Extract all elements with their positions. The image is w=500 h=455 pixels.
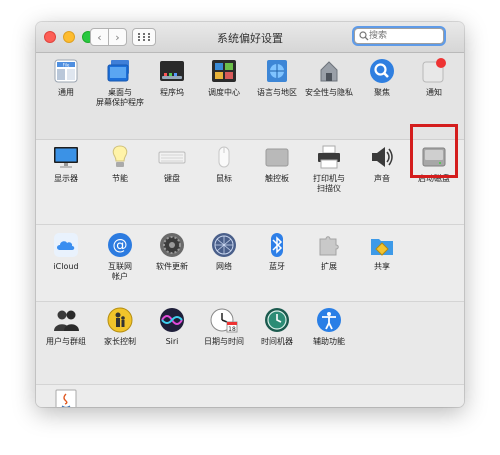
pane-trackpad[interactable]: 触控板 bbox=[251, 143, 303, 184]
search-icon bbox=[359, 31, 369, 41]
trackpad-icon bbox=[263, 143, 291, 171]
pane-label: 通知 bbox=[426, 88, 442, 97]
pane-displays[interactable]: 显示器 bbox=[40, 143, 92, 184]
pane-dock[interactable]: 程序坞 bbox=[146, 57, 198, 98]
pane-mission-control[interactable]: 调度中心 bbox=[198, 57, 250, 98]
pane-keyboard[interactable]: 键盘 bbox=[146, 143, 198, 184]
pane-label: 辅助功能 bbox=[313, 337, 345, 346]
pane-label: 聚焦 bbox=[374, 88, 390, 97]
accessibility-icon bbox=[315, 306, 343, 334]
pane-label: 用户与群组 bbox=[46, 337, 86, 346]
pane-spotlight[interactable]: 聚焦 bbox=[356, 57, 408, 98]
java-icon bbox=[52, 388, 80, 407]
pane-network[interactable]: 网络 bbox=[198, 231, 250, 272]
pane-parental-controls[interactable]: 家长控制 bbox=[94, 306, 146, 347]
pane-language-region[interactable]: 语言与地区 bbox=[251, 57, 303, 98]
pane-label: 程序坞 bbox=[160, 88, 184, 97]
pane-label: Siri bbox=[165, 337, 179, 346]
users-groups-icon bbox=[52, 306, 80, 334]
svg-text:@: @ bbox=[113, 236, 128, 254]
sharing-icon bbox=[368, 231, 396, 259]
pane-label: iCloud bbox=[53, 262, 79, 271]
pane-time-machine[interactable]: 时间机器 bbox=[251, 306, 303, 347]
pane-printers-scanners[interactable]: 打印机与 扫描仪 bbox=[303, 143, 355, 194]
pane-label: 触控板 bbox=[265, 174, 289, 183]
parental-controls-icon bbox=[106, 306, 134, 334]
pane-internet-accounts[interactable]: @ 互联网 帐户 bbox=[94, 231, 146, 282]
pane-label: 通用 bbox=[58, 88, 74, 97]
pane-notifications[interactable]: 通知 bbox=[408, 57, 460, 98]
pane-label: 节能 bbox=[112, 174, 128, 183]
pane-label: 蓝牙 bbox=[269, 262, 285, 271]
pane-label: 调度中心 bbox=[208, 88, 240, 97]
pane-label: 键盘 bbox=[164, 174, 180, 183]
pane-sound[interactable]: 声音 bbox=[356, 143, 408, 184]
pane-security-privacy[interactable]: 安全性与隐私 bbox=[303, 57, 355, 98]
startup-disk-highlight bbox=[410, 124, 458, 178]
pane-date-time[interactable]: 18 日期与时间 bbox=[198, 306, 250, 347]
bluetooth-icon bbox=[263, 231, 291, 259]
pane-label: 语言与地区 bbox=[257, 88, 297, 97]
pane-label: 扩展 bbox=[321, 262, 337, 271]
language-region-icon bbox=[263, 57, 291, 85]
pane-mouse[interactable]: 鼠标 bbox=[198, 143, 250, 184]
security-privacy-icon bbox=[315, 57, 343, 85]
search-field[interactable] bbox=[354, 28, 444, 44]
pane-accessibility[interactable]: 辅助功能 bbox=[303, 306, 355, 347]
pane-bluetooth[interactable]: 蓝牙 bbox=[251, 231, 303, 272]
pane-label: 互联网 帐户 bbox=[108, 262, 132, 281]
pane-label: 时间机器 bbox=[261, 337, 293, 346]
desktop-screensaver-icon bbox=[106, 57, 134, 85]
pane-label: 软件更新 bbox=[156, 262, 188, 271]
pane-label: 日期与时间 bbox=[204, 337, 244, 346]
pane-software-update[interactable]: 软件更新 bbox=[146, 231, 198, 272]
pane-label: 鼠标 bbox=[216, 174, 232, 183]
pane-label: 网络 bbox=[216, 262, 232, 271]
system-preferences-window: ‹ › 系统偏好设置 File 通用 桌面与 屏幕保护程序 程序坞 调度中心 语言与地区安… bbox=[36, 22, 464, 407]
title-bar: ‹ › 系统偏好设置 bbox=[36, 22, 464, 53]
spotlight-icon bbox=[368, 57, 396, 85]
pane-label: 打印机与 扫描仪 bbox=[313, 174, 345, 193]
pane-energy-saver[interactable]: 节能 bbox=[94, 143, 146, 184]
pane-general[interactable]: File 通用 bbox=[40, 57, 92, 98]
pane-icloud[interactable]: iCloud bbox=[40, 231, 92, 272]
pane-java[interactable]: Java bbox=[40, 388, 92, 407]
keyboard-icon bbox=[158, 143, 186, 171]
notifications-icon bbox=[420, 57, 448, 85]
mouse-icon bbox=[210, 143, 238, 171]
pane-label: 家长控制 bbox=[104, 337, 136, 346]
svg-text:File: File bbox=[63, 62, 70, 67]
svg-text:18: 18 bbox=[228, 326, 236, 333]
pane-label: 显示器 bbox=[54, 174, 78, 183]
internet-accounts-icon: @ bbox=[106, 231, 134, 259]
pane-label: 安全性与隐私 bbox=[305, 88, 353, 97]
extensions-icon bbox=[315, 231, 343, 259]
network-icon bbox=[210, 231, 238, 259]
pane-label: 声音 bbox=[374, 174, 390, 183]
section-other bbox=[36, 385, 464, 407]
icloud-icon bbox=[52, 231, 80, 259]
time-machine-icon bbox=[263, 306, 291, 334]
mission-control-icon bbox=[210, 57, 238, 85]
displays-icon bbox=[52, 143, 80, 171]
dock-icon bbox=[158, 57, 186, 85]
sound-icon bbox=[368, 143, 396, 171]
pane-desktop-screensaver[interactable]: 桌面与 屏幕保护程序 bbox=[94, 57, 146, 108]
software-update-icon bbox=[158, 231, 186, 259]
pane-label: 共享 bbox=[374, 262, 390, 271]
energy-saver-icon bbox=[106, 143, 134, 171]
search-input[interactable] bbox=[369, 29, 441, 43]
pane-sharing[interactable]: 共享 bbox=[356, 231, 408, 272]
pane-users-groups[interactable]: 用户与群组 bbox=[40, 306, 92, 347]
general-icon: File bbox=[52, 57, 80, 85]
pane-extensions[interactable]: 扩展 bbox=[303, 231, 355, 272]
pane-siri[interactable]: Siri bbox=[146, 306, 198, 347]
printers-scanners-icon bbox=[315, 143, 343, 171]
siri-icon bbox=[158, 306, 186, 334]
pane-label: 桌面与 屏幕保护程序 bbox=[96, 88, 144, 107]
date-time-icon: 18 bbox=[210, 306, 238, 334]
